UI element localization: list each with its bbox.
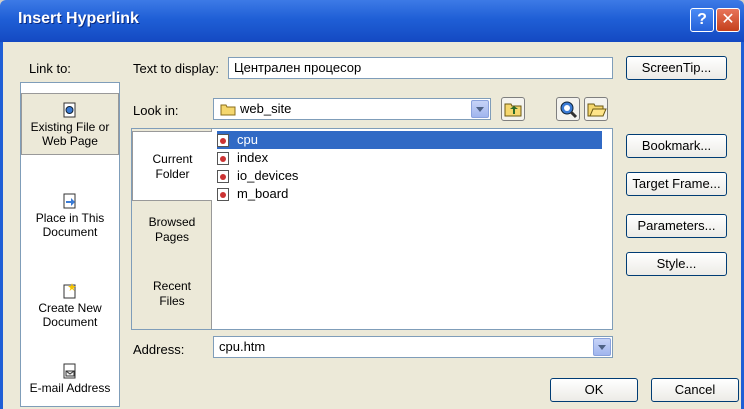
screentip-button[interactable]: ScreenTip... [626,56,727,80]
link-to-label: Link to: [29,61,71,76]
web-page-icon [62,102,78,118]
chevron-down-icon[interactable] [471,100,489,118]
style-button[interactable]: Style... [626,252,727,276]
folder-icon [220,102,236,119]
window-title: Insert Hyperlink [18,10,139,27]
link-place-l1: Place in This [35,211,105,225]
look-in-label: Look in: [133,103,179,118]
tab-current-folder[interactable]: Current Folder [132,131,212,201]
file-browser: Current Folder Browsed Pages Recent File… [131,128,613,330]
link-email-l1: E-mail Address [29,381,111,395]
link-place-l2: Document [42,225,98,239]
title-bar: Insert Hyperlink ? ✕ [0,0,744,42]
tab-recent-l2: Files [159,294,185,308]
tab-current-folder-l1: Current [152,152,193,166]
list-item[interactable]: io_devices [217,167,602,185]
link-existing-file-l1: Existing File or [30,120,110,134]
address-value: cpu.htm [219,339,266,354]
new-document-icon [62,283,78,299]
document-place-icon [62,193,78,209]
tab-browsed-l2: Pages [154,230,190,244]
tab-recent-l1: Recent [152,279,192,293]
ok-button[interactable]: OK [550,378,638,402]
file-list[interactable]: cpu index io_devices m_board [212,129,612,329]
chevron-down-icon[interactable] [593,338,611,356]
link-create-l1: Create New [38,301,102,315]
link-create-l2: Document [42,315,98,329]
target-frame-button[interactable]: Target Frame... [626,172,727,196]
address-combo[interactable]: cpu.htm [213,336,613,358]
html-file-icon [217,170,229,184]
html-file-icon [217,134,229,148]
up-folder-icon [504,103,522,117]
open-folder-icon [587,103,607,117]
web-search-icon [560,101,578,119]
text-to-display-label: Text to display: [133,61,219,76]
html-file-icon [217,188,229,202]
list-item[interactable]: cpu [217,131,602,149]
link-existing-file-l2: Web Page [42,134,98,148]
tab-browsed-l1: Browsed [148,215,196,229]
look-in-combo[interactable]: web_site [213,98,491,120]
cancel-button[interactable]: Cancel [651,378,739,402]
tab-browsed-pages[interactable]: Browsed Pages [132,215,212,255]
email-icon [62,363,78,379]
browse-file-button[interactable] [584,97,608,121]
link-to-panel: Existing File or Web Page Place in This … [20,82,120,407]
text-to-display-input[interactable]: Централен процесор [228,57,613,79]
bookmark-button[interactable]: Bookmark... [626,134,727,158]
parameters-button[interactable]: Parameters... [626,214,727,238]
html-file-icon [217,152,229,166]
help-button[interactable]: ? [690,8,714,32]
list-item[interactable]: index [217,149,602,167]
link-create-new-document[interactable]: Create New Document [21,283,119,343]
look-in-value: web_site [240,101,292,116]
link-place-in-document[interactable]: Place in This Document [21,193,119,253]
address-label: Address: [133,342,185,357]
link-email-address[interactable]: E-mail Address [21,363,119,403]
browse-tabs: Current Folder Browsed Pages Recent File… [132,129,212,329]
link-existing-file[interactable]: Existing File or Web Page [21,93,119,155]
tab-current-folder-l2: Folder [155,167,190,181]
dialog-body: Link to: Existing File or Web Page Place… [0,42,744,409]
close-button[interactable]: ✕ [716,8,740,32]
tab-recent-files[interactable]: Recent Files [132,279,212,319]
search-web-button[interactable] [556,97,580,121]
list-item[interactable]: m_board [217,185,602,203]
up-one-folder-button[interactable] [501,97,525,121]
